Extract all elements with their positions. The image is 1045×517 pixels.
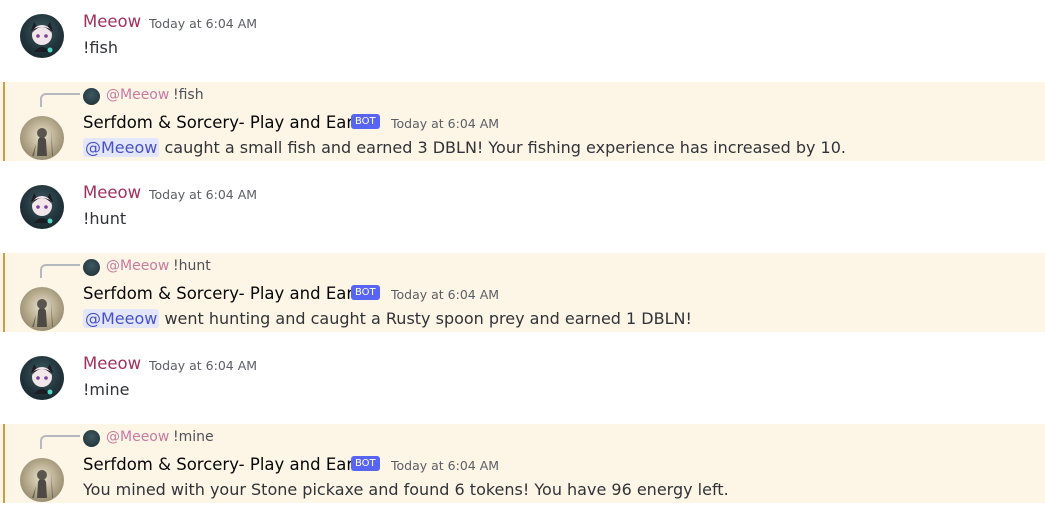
bot-author-name[interactable]: Serfdom & Sorcery- Play and Earn — [83, 455, 363, 474]
timestamp: Today at 6:04 AM — [149, 187, 258, 202]
author-name[interactable]: Meeow — [83, 183, 141, 202]
timestamp: Today at 6:04 AM — [391, 287, 500, 302]
knight-avatar-icon[interactable] — [20, 458, 64, 502]
bot-badge: BOT — [351, 285, 380, 300]
message-text: !mine — [83, 380, 130, 399]
reply-connector — [40, 264, 80, 278]
timestamp: Today at 6:04 AM — [149, 358, 258, 373]
reply-mention[interactable]: @Meeow — [106, 87, 169, 103]
cat-avatar-icon[interactable] — [20, 14, 64, 58]
bot-badge: BOT — [351, 456, 380, 471]
reply-connector — [40, 435, 80, 449]
cat-avatar-icon[interactable] — [20, 185, 64, 229]
timestamp: Today at 6:04 AM — [149, 16, 258, 31]
reply-preview[interactable]: !hunt — [173, 258, 211, 274]
message-bot-mine: @Meeow !mine Serfdom & Sorcery- Play and… — [0, 424, 1045, 503]
reply-avatar-icon[interactable] — [83, 430, 100, 447]
reply-avatar-icon[interactable] — [83, 88, 100, 105]
message-text: You mined with your Stone pickaxe and fo… — [83, 480, 729, 499]
message-bot-fish: @Meeow !fish Serfdom & Sorcery- Play and… — [0, 82, 1045, 161]
reply-avatar-icon[interactable] — [83, 259, 100, 276]
timestamp: Today at 6:04 AM — [391, 116, 500, 131]
bot-author-name[interactable]: Serfdom & Sorcery- Play and Earn — [83, 284, 363, 303]
user-mention[interactable]: @Meeow — [83, 309, 160, 328]
cat-avatar-icon[interactable] — [20, 356, 64, 400]
message-bot-hunt: @Meeow !hunt Serfdom & Sorcery- Play and… — [0, 253, 1045, 332]
knight-avatar-icon[interactable] — [20, 116, 64, 160]
message-text: !hunt — [83, 209, 127, 228]
reply-preview[interactable]: !mine — [173, 429, 214, 445]
message-body: caught a small fish and earned 3 DBLN! Y… — [164, 138, 846, 157]
reply-connector — [40, 93, 80, 107]
knight-avatar-icon[interactable] — [20, 287, 64, 331]
message-user-fish: Meeow Today at 6:04 AM !fish — [0, 0, 1045, 70]
timestamp: Today at 6:04 AM — [391, 458, 500, 473]
message-text: !fish — [83, 38, 118, 57]
message-body: went hunting and caught a Rusty spoon pr… — [164, 309, 692, 328]
message-user-mine: Meeow Today at 6:04 AM !mine — [0, 342, 1045, 412]
user-mention[interactable]: @Meeow — [83, 138, 160, 157]
reply-preview[interactable]: !fish — [173, 87, 204, 103]
author-name[interactable]: Meeow — [83, 12, 141, 31]
author-name[interactable]: Meeow — [83, 354, 141, 373]
reply-mention[interactable]: @Meeow — [106, 429, 169, 445]
message-text: @Meeow went hunting and caught a Rusty s… — [83, 309, 692, 328]
bot-badge: BOT — [351, 114, 380, 129]
bot-author-name[interactable]: Serfdom & Sorcery- Play and Earn — [83, 113, 363, 132]
message-text: @Meeow caught a small fish and earned 3 … — [83, 138, 846, 157]
reply-mention[interactable]: @Meeow — [106, 258, 169, 274]
message-user-hunt: Meeow Today at 6:04 AM !hunt — [0, 171, 1045, 241]
